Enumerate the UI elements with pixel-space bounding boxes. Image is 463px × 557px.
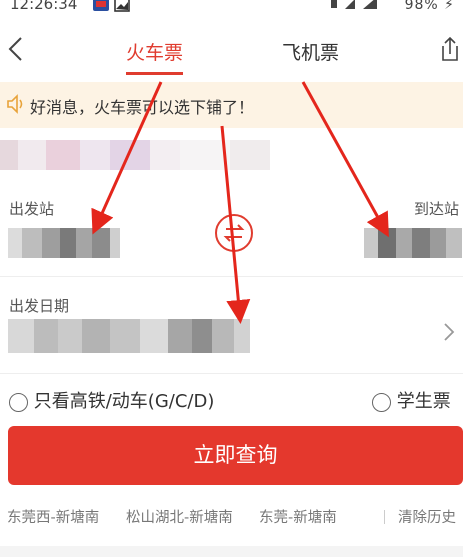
speaker-icon <box>7 94 23 114</box>
search-history: 东莞西-新塘南 松山湖北-新塘南 东莞-新塘南 清除历史 <box>0 506 463 528</box>
charging-icon: ⚡ <box>444 0 455 13</box>
battery-percent: 98% <box>404 0 439 13</box>
student-radio[interactable] <box>372 392 391 412</box>
chevron-right-icon[interactable] <box>443 322 455 342</box>
swap-icon <box>223 224 245 242</box>
highspeed-only-option[interactable]: 只看高铁/动车(G/C/D) <box>9 387 214 413</box>
app-notification-icon <box>93 0 130 12</box>
back-arrow-icon[interactable] <box>4 32 28 66</box>
highspeed-radio[interactable] <box>9 392 28 412</box>
notice-banner[interactable]: 好消息，火车票可以选下铺了！ <box>0 82 463 128</box>
blurred-content <box>0 140 270 170</box>
search-button[interactable]: 立即查询 <box>8 426 463 485</box>
share-icon[interactable] <box>439 32 461 66</box>
top-nav: 火车票 飞机票 <box>0 18 463 80</box>
student-ticket-option[interactable]: 学生票 <box>372 387 451 413</box>
history-divider <box>384 510 385 524</box>
tab-flight-ticket[interactable]: 飞机票 <box>282 38 339 65</box>
filter-options: 只看高铁/动车(G/C/D) 学生票 <box>0 384 463 414</box>
bottom-divider <box>0 546 463 557</box>
notification-icons <box>92 0 132 16</box>
history-item[interactable]: 松山湖北-新塘南 <box>126 506 233 527</box>
date-label: 出发日期 <box>9 297 70 315</box>
status-time: 12:26:34 <box>10 0 78 13</box>
to-station-label: 到达站 <box>413 200 459 218</box>
clear-history-button[interactable]: 清除历史 <box>398 506 456 527</box>
history-item[interactable]: 东莞-新塘南 <box>259 506 337 527</box>
date-section[interactable]: 出发日期 <box>0 285 463 374</box>
signal-icon <box>331 0 378 9</box>
student-label: 学生票 <box>396 391 451 412</box>
tab-flight-label: 飞机票 <box>282 42 340 64</box>
date-value <box>8 319 250 353</box>
from-station-label: 出发站 <box>9 200 55 218</box>
to-station-input[interactable] <box>364 228 462 258</box>
history-item[interactable]: 东莞西-新塘南 <box>7 506 99 527</box>
highspeed-label: 只看高铁/动车(G/C/D) <box>33 391 215 412</box>
status-right: 98% ⚡ <box>329 0 455 13</box>
from-station-input[interactable] <box>8 228 120 258</box>
notice-text: 好消息，火车票可以选下铺了！ <box>30 98 255 117</box>
tab-train-label: 火车票 <box>126 42 184 64</box>
active-tab-indicator <box>126 72 184 75</box>
swap-stations-button[interactable] <box>215 214 253 252</box>
tab-train-ticket[interactable]: 火车票 <box>126 38 184 75</box>
status-bar: 12:26:34 98% ⚡ <box>0 0 463 16</box>
